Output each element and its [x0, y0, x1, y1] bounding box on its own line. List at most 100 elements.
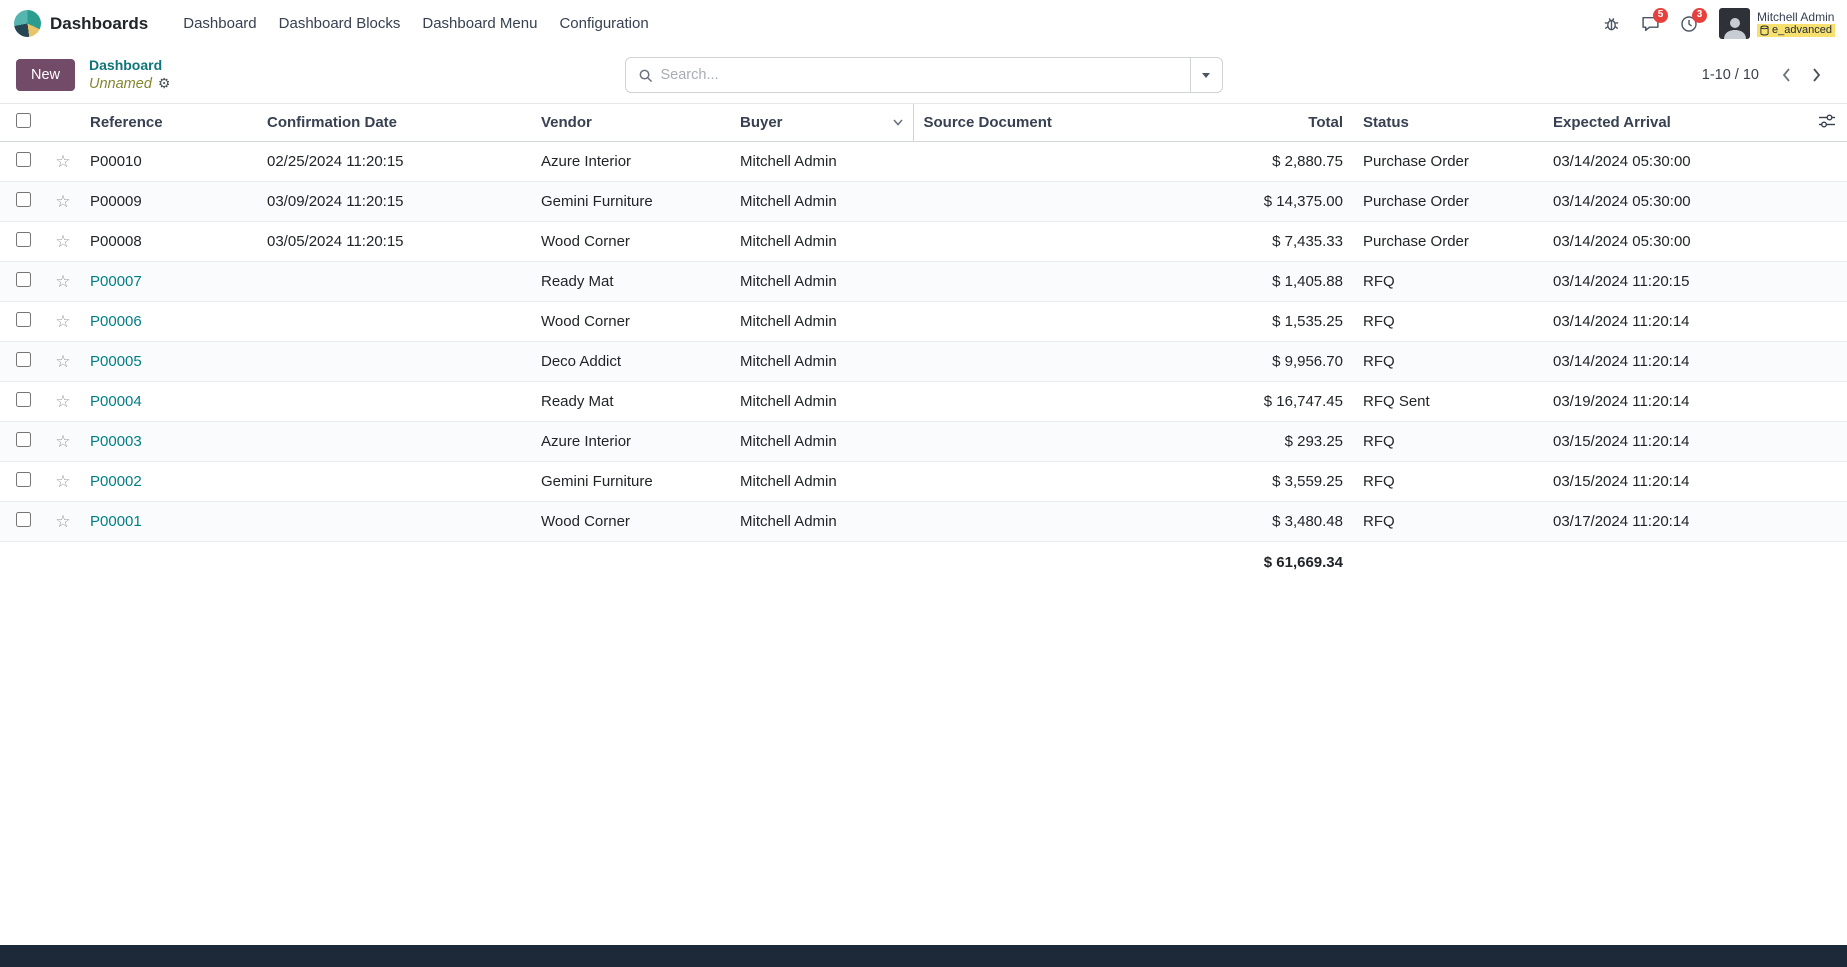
row-expected-arrival: 03/14/2024 11:20:15 — [1543, 262, 1807, 302]
table-row[interactable]: ☆P00003Azure InteriorMitchell Admin$ 293… — [0, 422, 1847, 462]
row-confirmation-date — [257, 382, 531, 422]
row-reference[interactable]: P00005 — [80, 342, 257, 382]
row-checkbox[interactable] — [16, 472, 31, 487]
row-select-cell[interactable] — [0, 382, 46, 422]
favorite-star-icon[interactable]: ☆ — [55, 312, 70, 331]
column-header-expected-arrival[interactable]: Expected Arrival — [1543, 104, 1807, 142]
row-star-cell[interactable]: ☆ — [46, 502, 80, 542]
row-reference[interactable]: P00006 — [80, 302, 257, 342]
row-total: $ 1,405.88 — [1185, 262, 1353, 302]
table-row[interactable]: ☆P0000903/09/2024 11:20:15Gemini Furnitu… — [0, 182, 1847, 222]
pager-next-button[interactable] — [1801, 60, 1831, 90]
table-row[interactable]: ☆P00001Wood CornerMitchell Admin$ 3,480.… — [0, 502, 1847, 542]
menu-item-dashboard-menu[interactable]: Dashboard Menu — [411, 3, 548, 44]
row-reference[interactable]: P00010 — [80, 142, 257, 182]
row-checkbox[interactable] — [16, 192, 31, 207]
column-header-confirmation-date[interactable]: Confirmation Date — [257, 104, 531, 142]
gear-icon[interactable]: ⚙ — [158, 75, 171, 93]
column-header-source-document[interactable]: Source Document — [913, 104, 1185, 142]
search-box[interactable] — [625, 57, 1223, 93]
row-checkbox[interactable] — [16, 432, 31, 447]
favorite-star-icon[interactable]: ☆ — [55, 352, 70, 371]
record-name: Unnamed — [89, 75, 152, 93]
column-header-vendor[interactable]: Vendor — [531, 104, 730, 142]
select-all-checkbox[interactable] — [16, 113, 31, 128]
row-checkbox[interactable] — [16, 512, 31, 527]
menu-item-configuration[interactable]: Configuration — [548, 3, 659, 44]
column-header-status[interactable]: Status — [1353, 104, 1543, 142]
row-vendor: Ready Mat — [531, 262, 730, 302]
row-star-cell[interactable]: ☆ — [46, 182, 80, 222]
row-star-cell[interactable]: ☆ — [46, 262, 80, 302]
row-checkbox[interactable] — [16, 392, 31, 407]
row-status: Purchase Order — [1353, 182, 1543, 222]
row-checkbox[interactable] — [16, 272, 31, 287]
row-checkbox[interactable] — [16, 312, 31, 327]
optional-columns-cell[interactable] — [1807, 104, 1847, 142]
row-reference[interactable]: P00002 — [80, 462, 257, 502]
favorite-star-icon[interactable]: ☆ — [55, 152, 70, 171]
favorite-star-icon[interactable]: ☆ — [55, 512, 70, 531]
row-source-document — [913, 302, 1185, 342]
row-expected-arrival: 03/17/2024 11:20:14 — [1543, 502, 1807, 542]
favorite-star-icon[interactable]: ☆ — [55, 472, 70, 491]
row-star-cell[interactable]: ☆ — [46, 462, 80, 502]
column-header-buyer[interactable]: Buyer — [730, 104, 913, 142]
new-button[interactable]: New — [16, 59, 75, 91]
row-reference[interactable]: P00003 — [80, 422, 257, 462]
row-reference[interactable]: P00008 — [80, 222, 257, 262]
row-select-cell[interactable] — [0, 422, 46, 462]
row-end-cell — [1807, 302, 1847, 342]
row-select-cell[interactable] — [0, 342, 46, 382]
row-vendor: Azure Interior — [531, 422, 730, 462]
row-select-cell[interactable] — [0, 182, 46, 222]
row-star-cell[interactable]: ☆ — [46, 142, 80, 182]
row-star-cell[interactable]: ☆ — [46, 422, 80, 462]
row-select-cell[interactable] — [0, 262, 46, 302]
favorite-star-icon[interactable]: ☆ — [55, 392, 70, 411]
row-checkbox[interactable] — [16, 352, 31, 367]
row-reference[interactable]: P00001 — [80, 502, 257, 542]
favorite-star-icon[interactable]: ☆ — [55, 192, 70, 211]
row-star-cell[interactable]: ☆ — [46, 382, 80, 422]
app-logo-icon[interactable] — [14, 10, 41, 37]
table-row[interactable]: ☆P00007Ready MatMitchell Admin$ 1,405.88… — [0, 262, 1847, 302]
row-select-cell[interactable] — [0, 462, 46, 502]
row-star-cell[interactable]: ☆ — [46, 302, 80, 342]
row-checkbox[interactable] — [16, 152, 31, 167]
table-row[interactable]: ☆P00005Deco AddictMitchell Admin$ 9,956.… — [0, 342, 1847, 382]
menu-item-dashboard-blocks[interactable]: Dashboard Blocks — [268, 3, 412, 44]
favorite-star-icon[interactable]: ☆ — [55, 272, 70, 291]
row-reference[interactable]: P00009 — [80, 182, 257, 222]
row-select-cell[interactable] — [0, 502, 46, 542]
table-row[interactable]: ☆P0000803/05/2024 11:20:15Wood CornerMit… — [0, 222, 1847, 262]
search-dropdown-toggle[interactable] — [1190, 58, 1222, 92]
row-star-cell[interactable]: ☆ — [46, 342, 80, 382]
table-row[interactable]: ☆P00004Ready MatMitchell Admin$ 16,747.4… — [0, 382, 1847, 422]
favorite-star-icon[interactable]: ☆ — [55, 232, 70, 251]
row-select-cell[interactable] — [0, 142, 46, 182]
search-input[interactable] — [661, 67, 1190, 83]
messages-icon[interactable]: 5 — [1633, 7, 1667, 41]
app-title[interactable]: Dashboards — [50, 14, 148, 34]
menu-item-dashboard[interactable]: Dashboard — [172, 3, 267, 44]
row-checkbox[interactable] — [16, 232, 31, 247]
column-header-reference[interactable]: Reference — [80, 104, 257, 142]
column-header-total[interactable]: Total — [1185, 104, 1353, 142]
select-all-cell[interactable] — [0, 104, 46, 142]
row-select-cell[interactable] — [0, 302, 46, 342]
favorite-star-icon[interactable]: ☆ — [55, 432, 70, 451]
row-vendor: Gemini Furniture — [531, 462, 730, 502]
pager-previous-button[interactable] — [1771, 60, 1801, 90]
activities-clock-icon[interactable]: 3 — [1672, 7, 1706, 41]
row-reference[interactable]: P00004 — [80, 382, 257, 422]
table-row[interactable]: ☆P00006Wood CornerMitchell Admin$ 1,535.… — [0, 302, 1847, 342]
row-star-cell[interactable]: ☆ — [46, 222, 80, 262]
table-row[interactable]: ☆P0001002/25/2024 11:20:15Azure Interior… — [0, 142, 1847, 182]
row-select-cell[interactable] — [0, 222, 46, 262]
user-menu[interactable]: Mitchell Admin e_advanced — [1719, 8, 1835, 39]
breadcrumb-dashboard[interactable]: Dashboard — [89, 57, 170, 75]
debug-bug-icon[interactable] — [1594, 7, 1628, 41]
row-reference[interactable]: P00007 — [80, 262, 257, 302]
table-row[interactable]: ☆P00002Gemini FurnitureMitchell Admin$ 3… — [0, 462, 1847, 502]
